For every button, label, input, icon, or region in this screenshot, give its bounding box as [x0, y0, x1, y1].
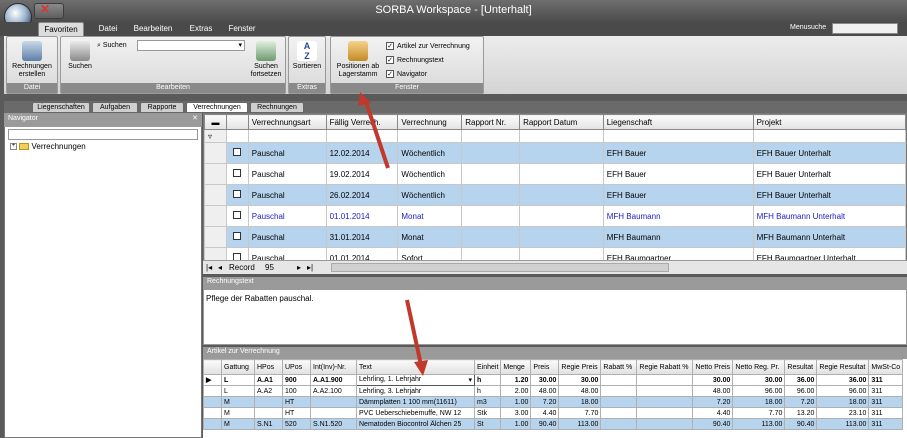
- arrow-head-up-icon: [358, 92, 371, 106]
- annotation-arrows: [358, 92, 428, 376]
- arrow-head-down-icon: [414, 360, 428, 376]
- annotation-arrow-up: [363, 98, 390, 169]
- annotation-arrow-down: [405, 299, 423, 366]
